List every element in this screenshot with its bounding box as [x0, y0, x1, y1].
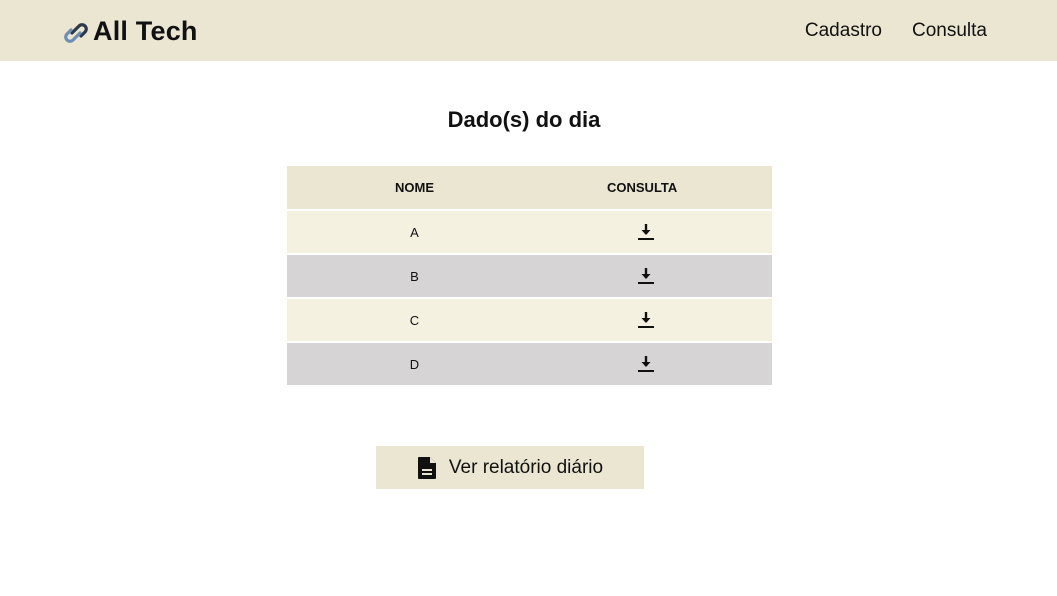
cell-consulta [542, 297, 772, 341]
nav-link-cadastro[interactable]: Cadastro [805, 20, 882, 42]
daily-data-table: NOME CONSULTA A B C D [287, 166, 772, 385]
document-icon [417, 456, 437, 480]
report-button-label: Ver relatório diário [448, 456, 604, 478]
table-row: A [287, 209, 772, 253]
link-chain-icon [64, 20, 88, 46]
download-icon[interactable] [636, 310, 656, 330]
cell-nome: B [287, 253, 542, 297]
table-header-row: NOME CONSULTA [287, 166, 772, 209]
cell-consulta [542, 341, 772, 385]
brand-logo-link[interactable]: All Tech [64, 14, 198, 48]
nav-link-consulta[interactable]: Consulta [912, 20, 987, 42]
navbar: All Tech Cadastro Consulta [0, 0, 1057, 61]
page-title: Dado(s) do dia [447, 107, 601, 132]
cell-nome: C [287, 297, 542, 341]
table-row: D [287, 341, 772, 385]
table-row: C [287, 297, 772, 341]
download-icon[interactable] [636, 222, 656, 242]
view-daily-report-button[interactable]: Ver relatório diário [376, 446, 644, 489]
column-header-nome: NOME [287, 166, 542, 209]
column-header-consulta: CONSULTA [542, 166, 772, 209]
nav-links: Cadastro Consulta [805, 20, 987, 42]
cell-nome: A [287, 209, 542, 253]
download-icon[interactable] [636, 354, 656, 374]
table-row: B [287, 253, 772, 297]
download-icon[interactable] [636, 266, 656, 286]
cell-consulta [542, 209, 772, 253]
cell-consulta [542, 253, 772, 297]
cell-nome: D [287, 341, 542, 385]
brand-name: All Tech [93, 15, 198, 46]
